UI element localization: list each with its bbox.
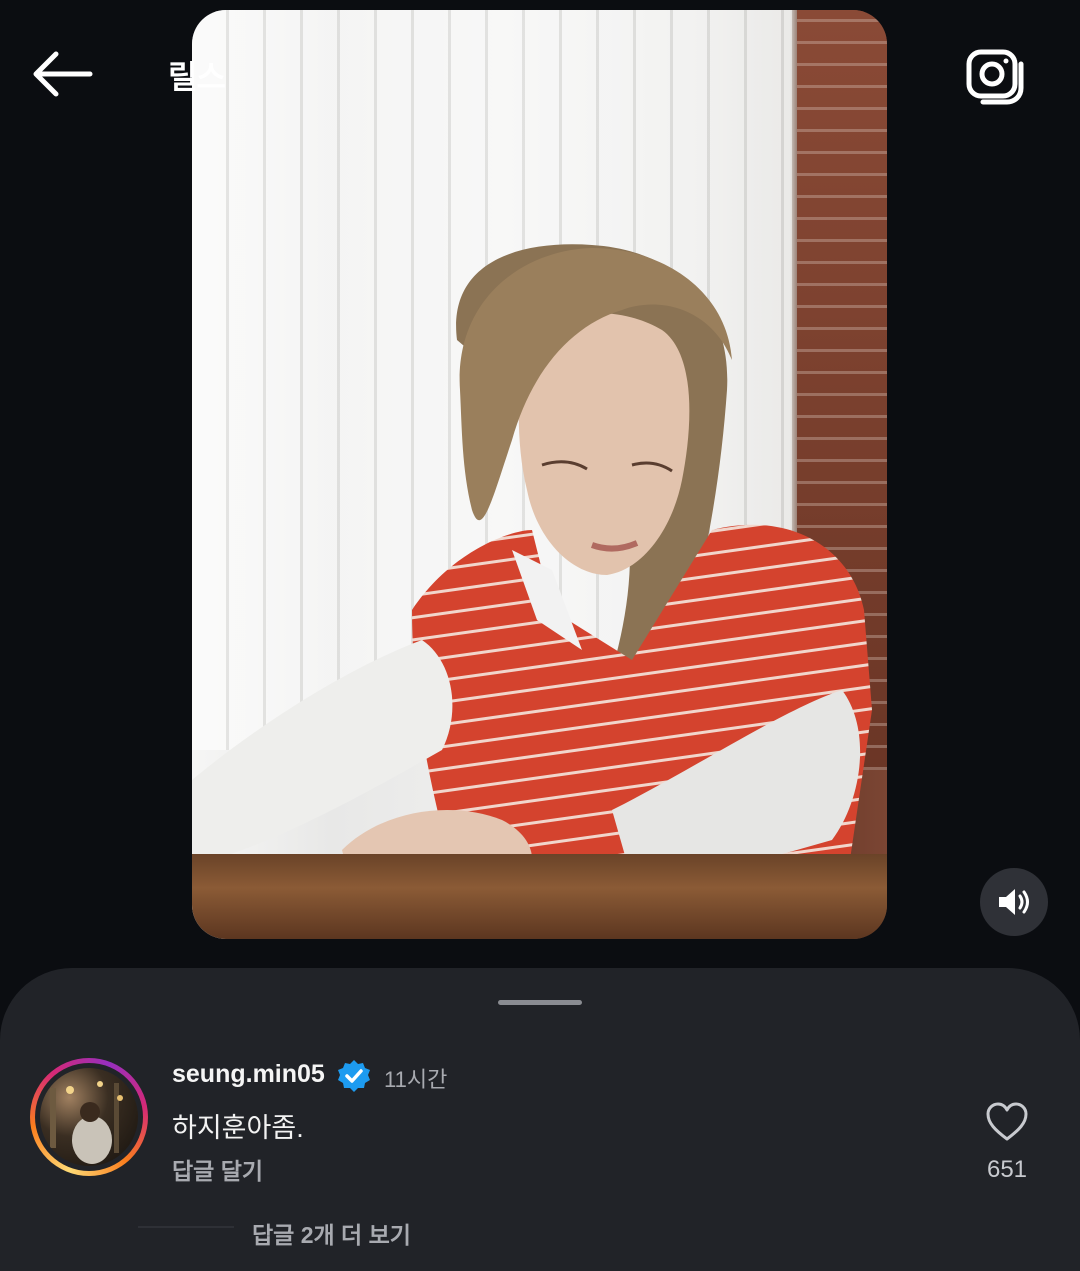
camera-icon xyxy=(966,49,1024,105)
verified-badge-icon xyxy=(338,1060,370,1092)
like-button[interactable] xyxy=(985,1102,1029,1142)
comments-sheet: seung.min05 11시간 하지훈아좀. 답글 달기 651 답글 2개 … xyxy=(0,968,1080,1271)
sound-toggle-button[interactable] xyxy=(980,868,1048,936)
video-subject-figure xyxy=(192,244,872,902)
view-more-replies-button[interactable]: 답글 2개 더 보기 xyxy=(252,1216,411,1250)
sheet-drag-handle[interactable] xyxy=(498,1000,582,1005)
comment-text: 하지훈아좀. xyxy=(172,1113,304,1143)
replies-divider xyxy=(138,1226,234,1228)
reel-video[interactable] xyxy=(192,10,887,939)
camera-button[interactable] xyxy=(963,42,1029,108)
avatar-story-ring[interactable] xyxy=(30,1058,148,1176)
comment-username[interactable]: seung.min05 xyxy=(172,1060,325,1089)
back-button[interactable] xyxy=(30,48,94,100)
heart-icon xyxy=(986,1102,1028,1141)
avatar xyxy=(40,1068,138,1166)
page-title: 릴스 xyxy=(168,59,226,95)
like-count: 651 xyxy=(986,1156,1028,1183)
reply-button[interactable]: 답글 달기 xyxy=(172,1152,263,1186)
wooden-table xyxy=(192,854,887,939)
arrow-left-icon xyxy=(33,51,93,97)
volume-icon xyxy=(999,889,1029,915)
reels-comment-screen: 릴스 seung.min05 11시간 하지훈아좀. 답글 달기 651 답글 … xyxy=(0,0,1080,1271)
comment-timestamp: 11시간 xyxy=(384,1067,448,1092)
